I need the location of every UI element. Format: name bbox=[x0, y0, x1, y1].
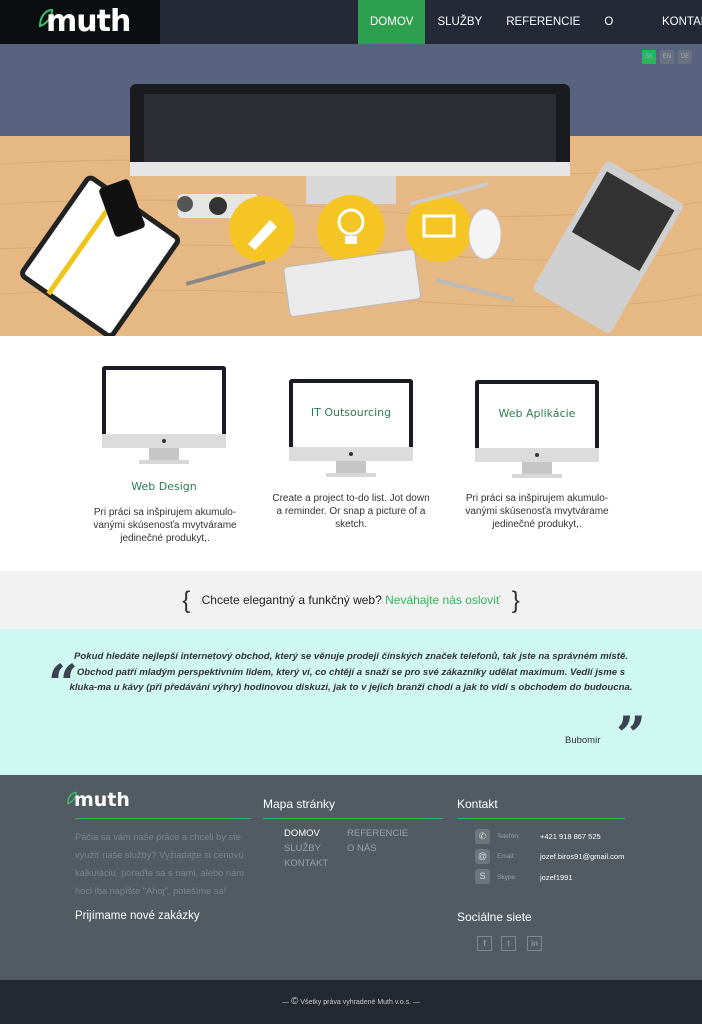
hero-banner: SK EN DE bbox=[0, 44, 702, 336]
quote-close-icon: ” bbox=[616, 706, 646, 767]
copyright: — © Všetky práva vyhradené Muth v.o.s. — bbox=[282, 996, 420, 1007]
divider bbox=[75, 818, 251, 819]
contact-title: Kontakt bbox=[457, 797, 498, 811]
contact-label: Skype: bbox=[497, 874, 517, 881]
site-footer: muth Páčia sa vám naše práce a chceli by… bbox=[0, 775, 702, 980]
logo-text: muth bbox=[46, 4, 131, 39]
monitor-illustration bbox=[289, 379, 413, 479]
cta-content: { Chcete elegantný a funkčný web? Neváha… bbox=[0, 571, 702, 630]
logo[interactable]: muth bbox=[0, 0, 160, 44]
email-icon: @ bbox=[475, 849, 490, 864]
cta-link[interactable]: Neváhajte nás osloviť bbox=[385, 593, 500, 607]
phone-icon: ✆ bbox=[475, 829, 490, 844]
copyright-bar: — © Všetky práva vyhradené Muth v.o.s. — bbox=[0, 980, 702, 1024]
contact-label: Email: bbox=[497, 853, 516, 860]
nav-item-sluzby[interactable]: SLUŽBY bbox=[425, 0, 494, 44]
twitter-icon[interactable]: t bbox=[501, 936, 516, 951]
service-desc: Pri práci sa inšpirujem akumulo-vanými s… bbox=[93, 507, 237, 544]
brace-left: { bbox=[182, 586, 191, 614]
orders-title: Prijímame nové zakázky bbox=[75, 910, 200, 922]
social-title: Sociálne siete bbox=[457, 910, 532, 924]
sitemap-link-sluzby[interactable]: SLUŽBY bbox=[284, 843, 321, 854]
site-header: muth DOMOV SLUŽBY REFERENCIE O NÁS KONTA… bbox=[0, 0, 702, 72]
divider bbox=[263, 818, 443, 819]
cta-bar: { Chcete elegantný a funkčný web? Neváha… bbox=[0, 571, 702, 629]
divider bbox=[457, 818, 625, 819]
hero-illustration bbox=[0, 44, 702, 336]
nav-item-kontakt[interactable]: KONTAKT bbox=[650, 0, 702, 44]
footer-description: Páčia sa vám naše práce a chceli by ste … bbox=[75, 832, 245, 896]
service-title-web-design[interactable]: Web Design bbox=[84, 480, 244, 493]
testimonial-section: “ Pokud hledáte nejlepší internetový obc… bbox=[0, 629, 702, 775]
service-screen-it-outsourcing[interactable]: IT Outsourcing bbox=[289, 406, 413, 419]
testimonial-quote: Pokud hledáte nejlepší internetový obcho… bbox=[69, 651, 633, 693]
contact-label: Telefón: bbox=[497, 833, 520, 840]
skype-icon: S bbox=[475, 869, 490, 884]
testimonial-author: Bubomir bbox=[565, 735, 601, 746]
lang-de[interactable]: DE bbox=[678, 50, 692, 64]
copyright-icon: © bbox=[290, 996, 299, 1007]
lang-en[interactable]: EN bbox=[660, 50, 674, 64]
lang-sk[interactable]: SK bbox=[642, 50, 656, 64]
sitemap-title: Mapa stránky bbox=[263, 797, 336, 811]
monitor-illustration bbox=[475, 380, 599, 480]
sitemap-link-referencie[interactable]: REFERENCIE bbox=[347, 828, 408, 839]
facebook-icon[interactable]: f bbox=[477, 936, 492, 951]
contact-phone[interactable]: +421 918 867 525 bbox=[540, 832, 601, 841]
sitemap-link-o-nas[interactable]: O NÁS bbox=[347, 843, 377, 854]
cta-text: Chcete elegantný a funkčný web? bbox=[201, 593, 382, 607]
service-desc: Pri práci sa inšpirujem akumulo-vanými s… bbox=[465, 493, 609, 530]
main-nav: DOMOV SLUŽBY REFERENCIE O NÁS KONTAKT bbox=[358, 0, 702, 72]
monitor-illustration bbox=[102, 366, 226, 466]
copyright-text: Všetky práva vyhradené Muth v.o.s. bbox=[300, 999, 412, 1006]
sitemap-link-kontakt[interactable]: KONTAKT bbox=[284, 858, 328, 869]
nav-item-referencie[interactable]: REFERENCIE bbox=[494, 0, 592, 44]
nav-item-o-nas[interactable]: O NÁS bbox=[592, 0, 640, 72]
linkedin-icon[interactable]: in bbox=[527, 936, 542, 951]
service-screen-web-aplikacie[interactable]: Web Aplikácie bbox=[475, 407, 599, 420]
contact-email[interactable]: jozef.biros91@gmail.com bbox=[540, 852, 624, 861]
contact-skype[interactable]: jozef1991 bbox=[540, 873, 573, 882]
service-desc: Create a project to-do list. Jot down a … bbox=[272, 493, 430, 530]
language-switcher: SK EN DE bbox=[642, 50, 692, 64]
footer-logo[interactable]: muth bbox=[74, 789, 130, 811]
brace-right: } bbox=[511, 586, 520, 614]
sitemap-link-domov[interactable]: DOMOV bbox=[284, 828, 320, 839]
nav-item-domov[interactable]: DOMOV bbox=[358, 0, 426, 44]
